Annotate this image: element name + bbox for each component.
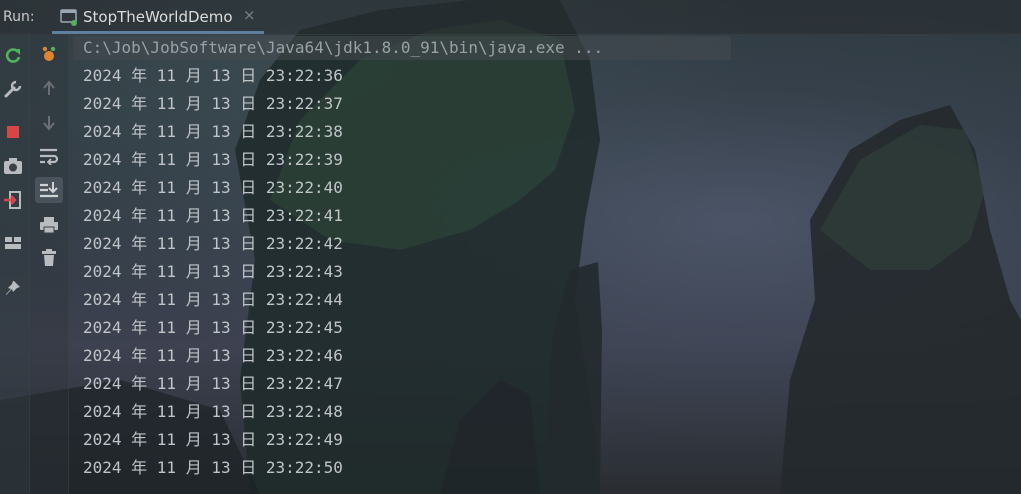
output-line: 2024 年 11 月 13 日 23:22:46 [83,346,343,365]
run-panel-header: Run: StopTheWorldDemo × [0,0,1021,35]
wrench-icon[interactable] [1,77,25,101]
output-line: 2024 年 11 月 13 日 23:22:38 [83,122,343,141]
output-line: 2024 年 11 月 13 日 23:22:50 [83,458,343,477]
output-line: 2024 年 11 月 13 日 23:22:43 [83,262,343,281]
output-line: 2024 年 11 月 13 日 23:22:41 [83,206,343,225]
debug-icon[interactable] [37,42,61,66]
output-line: 2024 年 11 月 13 日 23:22:39 [83,150,343,169]
camera-icon[interactable] [1,154,25,178]
output-line: 2024 年 11 月 13 日 23:22:37 [83,94,343,113]
pin-icon[interactable] [1,276,25,300]
output-line: 2024 年 11 月 13 日 23:22:49 [83,430,343,449]
run-label: Run: [3,9,35,25]
application-icon [60,8,78,26]
command-line[interactable]: C:\Job\JobSoftware\Java64\jdk1.8.0_91\bi… [73,36,731,60]
tab-title: StopTheWorldDemo [83,8,233,26]
output-line: 2024 年 11 月 13 日 23:22:48 [83,402,343,421]
output-line: 2024 年 11 月 13 日 23:22:47 [83,374,343,393]
down-arrow-icon[interactable] [37,111,61,135]
scroll-to-end-icon[interactable] [35,177,63,203]
output-line: 2024 年 11 月 13 日 23:22:45 [83,318,343,337]
rerun-icon[interactable] [1,44,25,68]
close-tab-icon[interactable]: × [243,6,256,24]
output-line: 2024 年 11 月 13 日 23:22:40 [83,178,343,197]
up-arrow-icon[interactable] [37,76,61,100]
output-line: 2024 年 11 月 13 日 23:22:44 [83,290,343,309]
exit-icon[interactable] [1,188,25,212]
soft-wrap-icon[interactable] [37,144,61,168]
console-toolbar [30,34,69,494]
run-left-toolbar [0,34,30,494]
output-lines: 2024 年 11 月 13 日 23:22:36 2024 年 11 月 13… [83,62,343,482]
output-line: 2024 年 11 月 13 日 23:22:36 [83,66,343,85]
trash-icon[interactable] [37,246,61,270]
print-icon[interactable] [37,213,61,237]
stop-icon[interactable] [1,120,25,144]
tab-stoptheworlddemo[interactable]: StopTheWorldDemo × [52,0,264,34]
layout-icon[interactable] [1,231,25,255]
output-line: 2024 年 11 月 13 日 23:22:42 [83,234,343,253]
console-output[interactable]: C:\Job\JobSoftware\Java64\jdk1.8.0_91\bi… [69,34,1021,494]
